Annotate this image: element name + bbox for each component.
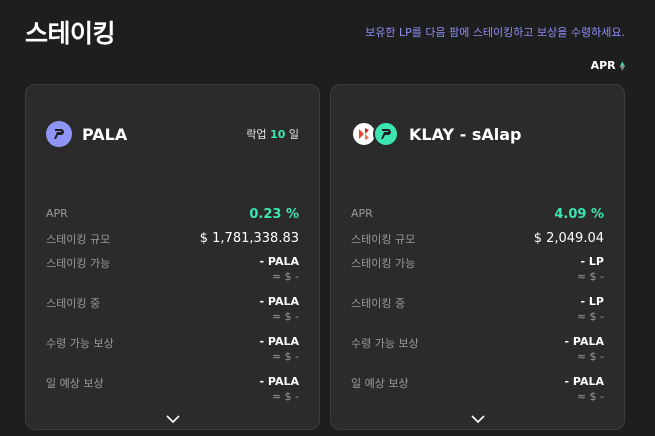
sort-label: APR: [590, 59, 616, 72]
staking-page: 스테이킹 보유한 LP를 다음 팜에 스테이킹하고 보상을 수령하세요. APR…: [0, 0, 655, 436]
apr-label: APR: [351, 207, 373, 220]
claimable-usd: ≈ $ -: [576, 350, 604, 363]
lockup-days: 10: [270, 128, 286, 141]
available-amount: - PALA: [259, 255, 299, 268]
staked-row: 스테이킹 중 - PALA ≈ $ -: [46, 295, 299, 335]
page-hint: 보유한 LP를 다음 팜에 스테이킹하고 보상을 수령하세요.: [365, 26, 625, 39]
staked-label: 스테이킹 중: [351, 297, 406, 310]
claimable-row: 수령 가능 보상 - PALA ≈ $ -: [351, 335, 604, 375]
daily-usd: ≈ $ -: [576, 390, 604, 403]
apr-row: APR 0.23 %: [46, 207, 299, 231]
staked-label: 스테이킹 중: [46, 297, 101, 310]
apr-label: APR: [46, 207, 68, 220]
apr-value: 4.09 %: [554, 207, 604, 222]
salap-icon: [373, 121, 399, 147]
daily-row: 일 예상 보상 - PALA ≈ $ -: [46, 375, 299, 415]
available-usd: ≈ $ -: [576, 270, 604, 283]
claimable-row: 수령 가능 보상 - PALA ≈ $ -: [46, 335, 299, 375]
daily-label: 일 예상 보상: [46, 377, 104, 390]
daily-amount: - PALA: [564, 375, 604, 388]
claimable-label: 수령 가능 보상: [46, 337, 114, 350]
staked-usd: ≈ $ -: [576, 310, 604, 323]
tvl-row: 스테이킹 규모 $ 2,049.04: [351, 231, 604, 255]
lockup-prefix: 락업: [246, 128, 267, 141]
claimable-amount: - PALA: [259, 335, 299, 348]
farm-card-header: KLAY - sAlap: [351, 121, 604, 147]
tvl-value: $ 2,049.04: [533, 231, 604, 246]
apr-row: APR 4.09 %: [351, 207, 604, 231]
tvl-label: 스테이킹 규모: [46, 233, 111, 246]
farm-card-pala[interactable]: PALA 락업 10 일 APR 0.23 % 스테이킹 규모 $ 1,781,…: [25, 84, 320, 430]
available-label: 스테이킹 가능: [351, 257, 416, 270]
farm-card-header: PALA 락업 10 일: [46, 121, 299, 147]
staked-row: 스테이킹 중 - LP ≈ $ -: [351, 295, 604, 335]
available-row: 스테이킹 가능 - PALA ≈ $ -: [46, 255, 299, 295]
sort-arrows-icon: ▲ ▼: [619, 59, 625, 72]
claimable-label: 수령 가능 보상: [351, 337, 419, 350]
chevron-down-icon[interactable]: [165, 414, 181, 424]
daily-amount: - PALA: [259, 375, 299, 388]
farm-stats: APR 4.09 % 스테이킹 규모 $ 2,049.04 스테이킹 가능 - …: [351, 207, 604, 415]
staked-amount: - LP: [580, 295, 604, 308]
sort-apr-button[interactable]: APR ▲ ▼: [591, 59, 625, 72]
lockup-suffix: 일: [288, 128, 299, 141]
farm-name: KLAY - sAlap: [409, 124, 522, 144]
available-usd: ≈ $ -: [271, 270, 299, 283]
tvl-label: 스테이킹 규모: [351, 233, 416, 246]
farm-name: PALA: [82, 124, 128, 144]
tvl-value: $ 1,781,338.83: [199, 231, 299, 246]
lockup-badge: 락업 10 일: [246, 126, 299, 142]
apr-value: 0.23 %: [249, 207, 299, 222]
daily-usd: ≈ $ -: [271, 390, 299, 403]
daily-row: 일 예상 보상 - PALA ≈ $ -: [351, 375, 604, 415]
tvl-row: 스테이킹 규모 $ 1,781,338.83: [46, 231, 299, 255]
farm-stats: APR 0.23 % 스테이킹 규모 $ 1,781,338.83 스테이킹 가…: [46, 207, 299, 415]
available-amount: - LP: [580, 255, 604, 268]
chevron-down-icon[interactable]: [470, 414, 486, 424]
claimable-usd: ≈ $ -: [271, 350, 299, 363]
staked-amount: - PALA: [259, 295, 299, 308]
farm-card-klay-salap[interactable]: KLAY - sAlap APR 4.09 % 스테이킹 규모 $ 2,049.…: [330, 84, 625, 430]
daily-label: 일 예상 보상: [351, 377, 409, 390]
page-title: 스테이킹: [25, 19, 116, 48]
staked-usd: ≈ $ -: [271, 310, 299, 323]
available-row: 스테이킹 가능 - LP ≈ $ -: [351, 255, 604, 295]
pala-icon: [46, 121, 72, 147]
available-label: 스테이킹 가능: [46, 257, 111, 270]
claimable-amount: - PALA: [564, 335, 604, 348]
